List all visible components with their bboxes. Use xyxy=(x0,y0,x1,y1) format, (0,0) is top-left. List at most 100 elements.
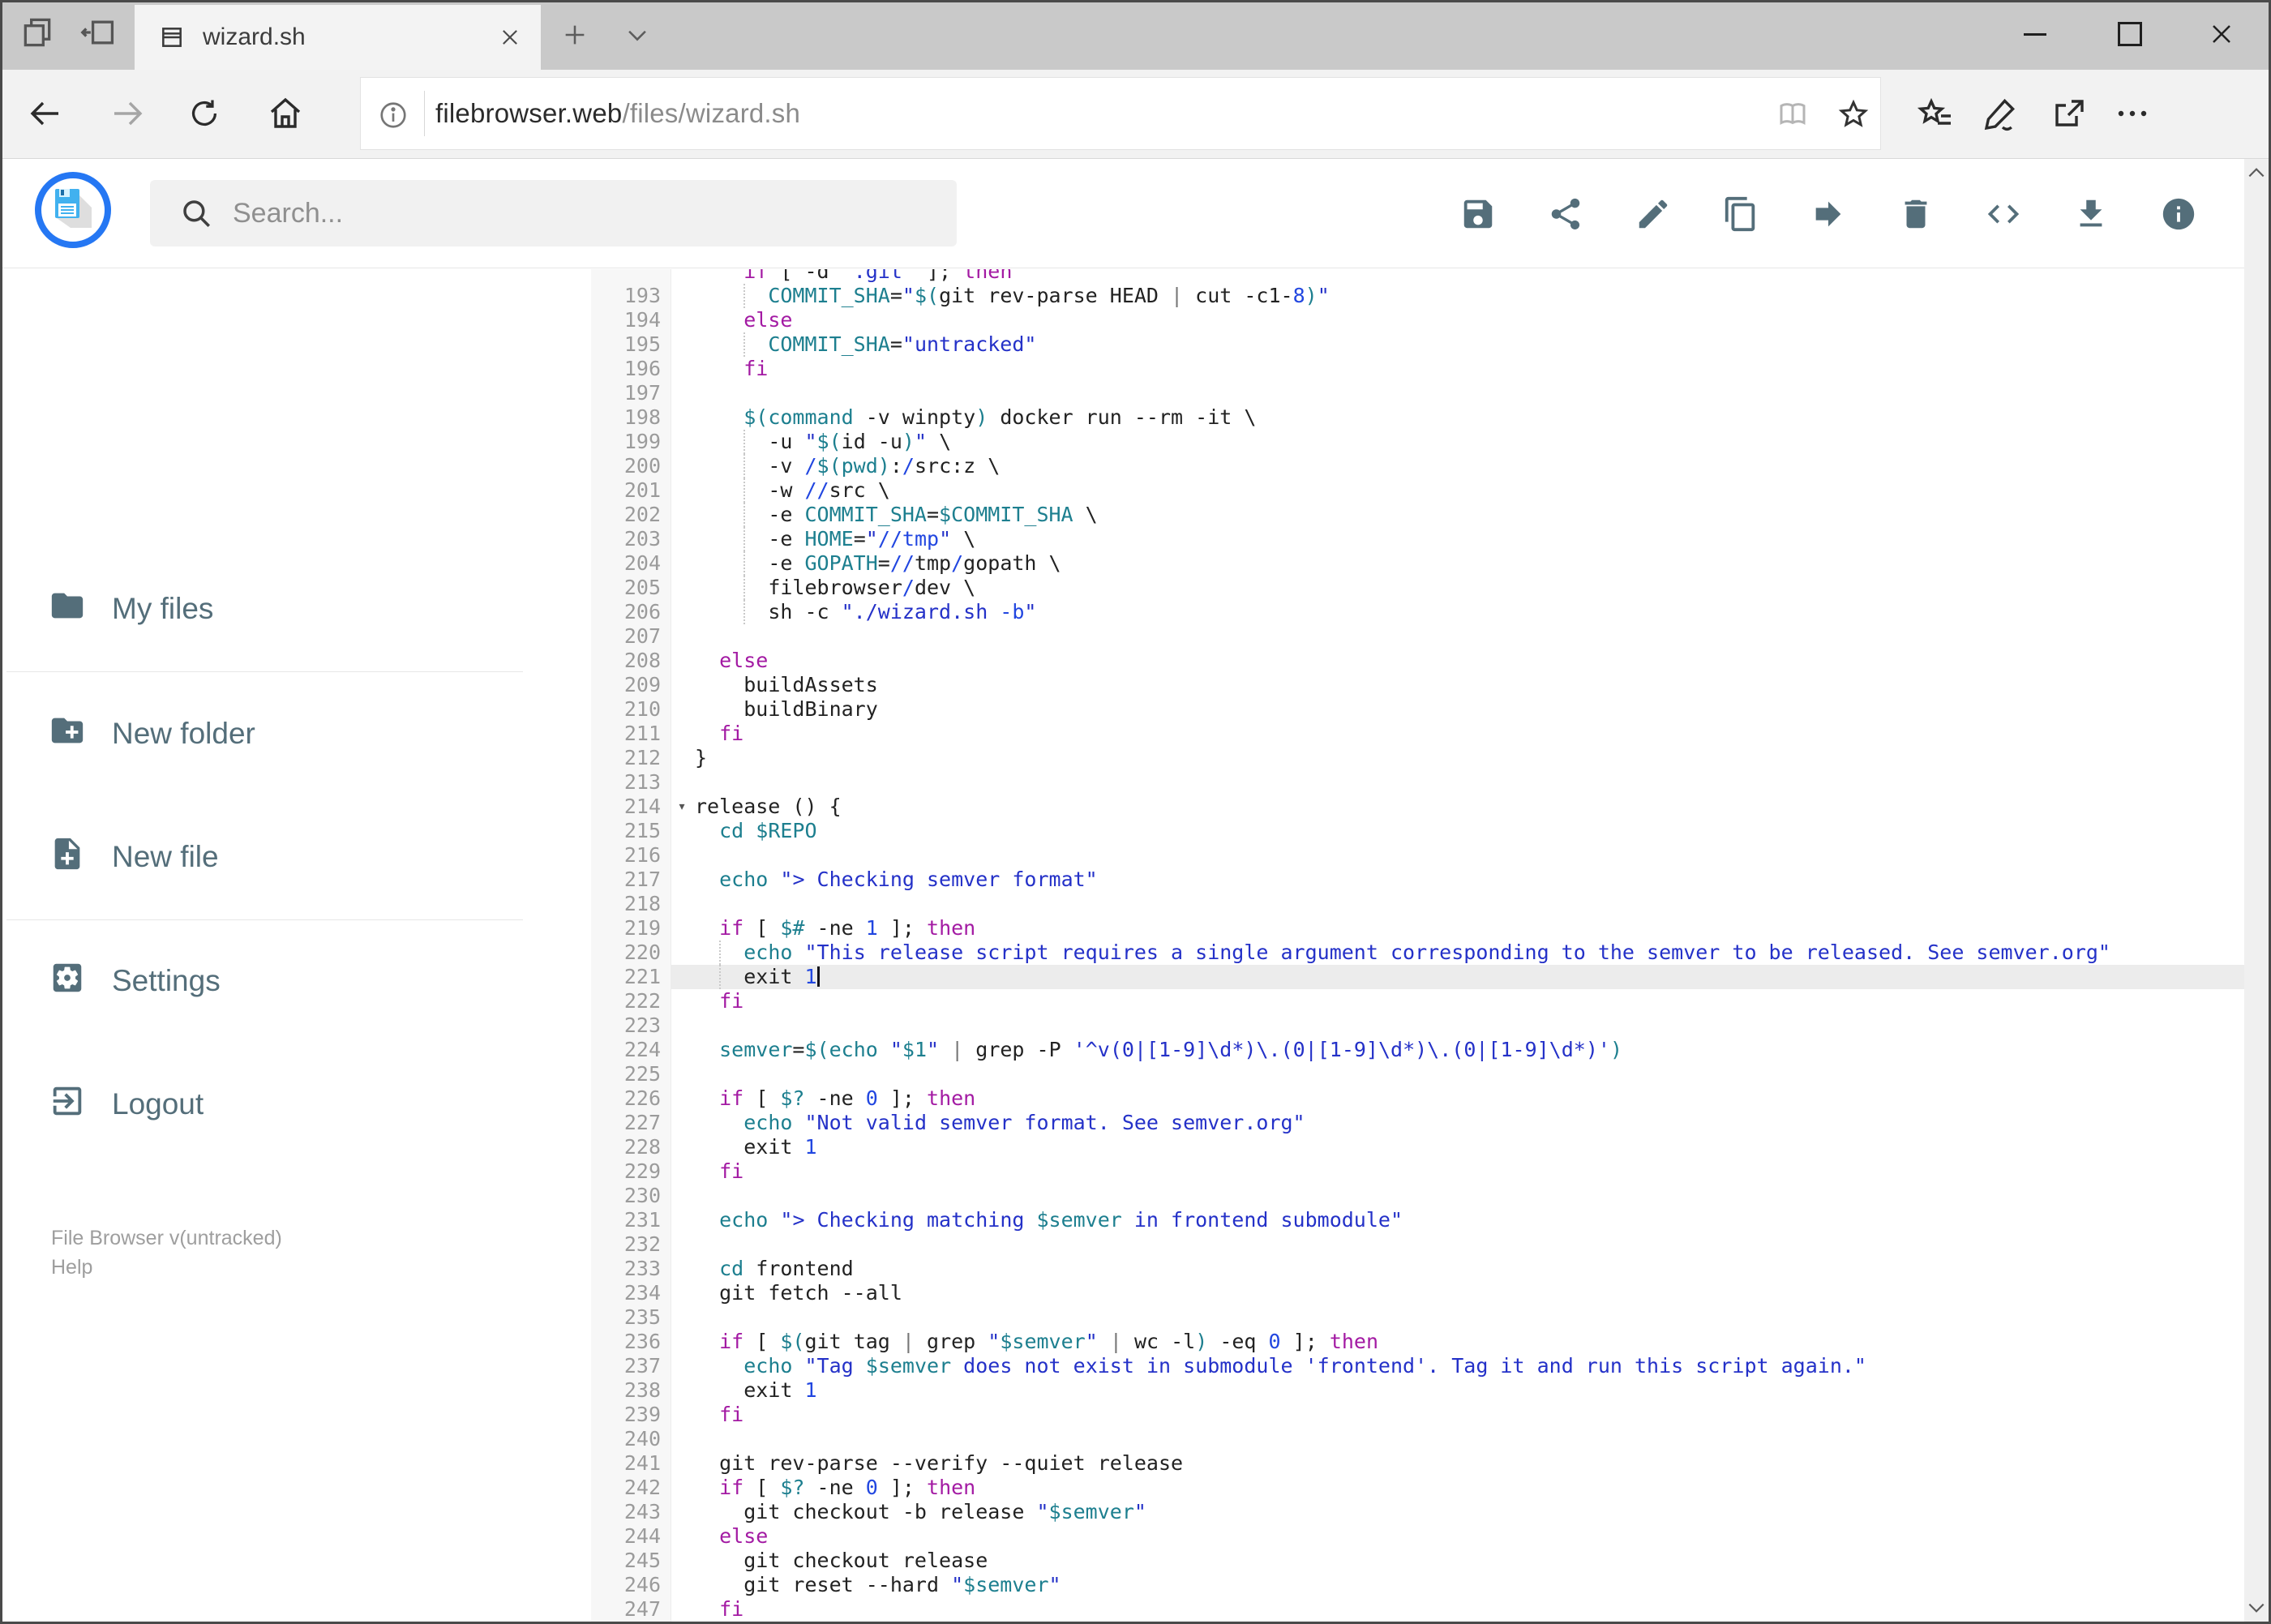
sidebar-item-new-file[interactable]: New file xyxy=(49,828,219,886)
code-line-193[interactable]: 193 COMMIT_SHA="$(git rev-parse HEAD | c… xyxy=(527,284,2244,308)
scroll-down-icon[interactable] xyxy=(2244,1594,2269,1622)
copy-button[interactable] xyxy=(1722,195,1759,233)
sidebar-item-my-files[interactable]: My files xyxy=(49,580,213,638)
code-line-214[interactable]: 214 ▾ release () { xyxy=(527,795,2244,819)
code-line-235[interactable]: 235 xyxy=(527,1305,2244,1330)
info-button[interactable] xyxy=(2160,195,2197,233)
code-line-238[interactable]: 238 exit 1 xyxy=(527,1378,2244,1403)
save-button[interactable] xyxy=(1459,195,1497,233)
code-line-200[interactable]: 200 -v /$(pwd):/src:z \ xyxy=(527,454,2244,478)
code-line-213[interactable]: 213 xyxy=(527,770,2244,795)
home-icon[interactable] xyxy=(248,76,323,151)
code-line-226[interactable]: 226 if [ $? -ne 0 ]; then xyxy=(527,1086,2244,1111)
reading-view-icon[interactable] xyxy=(1774,96,1811,133)
close-button[interactable] xyxy=(2184,8,2259,60)
code-line-224[interactable]: 224 semver=$(echo "$1" | grep -P '^v(0|[… xyxy=(527,1038,2244,1062)
code-button[interactable] xyxy=(1985,195,2022,233)
sidebar-item-logout[interactable]: Logout xyxy=(49,1075,204,1133)
sidebar-item-new-folder[interactable]: New folder xyxy=(49,705,255,763)
download-button[interactable] xyxy=(2072,195,2110,233)
code-line-210[interactable]: 210 buildBinary xyxy=(527,697,2244,722)
code-line-231[interactable]: 231 echo "> Checking matching $semver in… xyxy=(527,1208,2244,1232)
fold-marker-icon[interactable]: ▾ xyxy=(671,795,693,819)
code-line-215[interactable]: 215 cd $REPO xyxy=(527,819,2244,843)
code-line-223[interactable]: 223 xyxy=(527,1013,2244,1038)
code-line-206[interactable]: 206 sh -c "./wizard.sh -b" xyxy=(527,600,2244,624)
sidebar-item-settings[interactable]: Settings xyxy=(49,952,221,1010)
help-link[interactable]: Help xyxy=(51,1253,92,1282)
code-line-243[interactable]: 243 git checkout -b release "$semver" xyxy=(527,1500,2244,1524)
web-notes-pen-icon[interactable] xyxy=(1963,76,2037,151)
favorites-hub-icon[interactable] xyxy=(1898,76,1973,151)
edit-button[interactable] xyxy=(1635,195,1672,233)
code-line-209[interactable]: 209 buildAssets xyxy=(527,673,2244,697)
code-line-247[interactable]: 247 fi xyxy=(527,1597,2244,1622)
code-line-199[interactable]: 199 -u "$(id -u)" \ xyxy=(527,430,2244,454)
scroll-up-icon[interactable] xyxy=(2244,159,2269,186)
site-info-icon[interactable] xyxy=(375,97,411,133)
code-line-236[interactable]: 236 if [ $(git tag | grep "$semver" | wc… xyxy=(527,1330,2244,1354)
refresh-icon[interactable] xyxy=(167,76,242,151)
code-line-239[interactable]: 239 fi xyxy=(527,1403,2244,1427)
new-tab-icon[interactable] xyxy=(551,15,598,55)
code-line-203[interactable]: 203 -e HOME="//tmp" \ xyxy=(527,527,2244,551)
code-line-233[interactable]: 233 cd frontend xyxy=(527,1257,2244,1281)
maximize-button[interactable] xyxy=(2093,8,2167,60)
code-line-244[interactable]: 244 else xyxy=(527,1524,2244,1549)
code-line-230[interactable]: 230 xyxy=(527,1184,2244,1208)
code-line-240[interactable]: 240 xyxy=(527,1427,2244,1451)
forward-icon[interactable] xyxy=(91,76,165,151)
tab-list-chevron-icon[interactable] xyxy=(614,15,661,55)
code-line-234[interactable]: 234 git fetch --all xyxy=(527,1281,2244,1305)
code-line-202[interactable]: 202 -e COMMIT_SHA=$COMMIT_SHA \ xyxy=(527,503,2244,527)
code-editor[interactable]: if [ -d ".git" ]; then 193 COMMIT_SHA="$(… xyxy=(527,269,2244,1624)
code-line-197[interactable]: 197 xyxy=(527,381,2244,405)
tab-close-icon[interactable] xyxy=(499,26,521,49)
share-button[interactable] xyxy=(1547,195,1584,233)
page-scrollbar[interactable] xyxy=(2244,159,2269,1622)
back-icon[interactable] xyxy=(7,76,82,151)
more-options-icon[interactable] xyxy=(2095,76,2170,151)
code-line-201[interactable]: 201 -w //src \ xyxy=(527,478,2244,503)
code-line-217[interactable]: 217 echo "> Checking semver format" xyxy=(527,868,2244,892)
code-line-225[interactable]: 225 xyxy=(527,1062,2244,1086)
code-line-242[interactable]: 242 if [ $? -ne 0 ]; then xyxy=(527,1476,2244,1500)
code-line-232[interactable]: 232 xyxy=(527,1232,2244,1257)
code-line-220[interactable]: 220 echo "This release script requires a… xyxy=(527,941,2244,965)
code-line-219[interactable]: 219 if [ $# -ne 1 ]; then xyxy=(527,916,2244,941)
search-box[interactable] xyxy=(150,180,957,246)
code-line-204[interactable]: 204 -e GOPATH=//tmp/gopath \ xyxy=(527,551,2244,576)
move-button[interactable] xyxy=(1810,195,1847,233)
code-line-229[interactable]: 229 fi xyxy=(527,1159,2244,1184)
code-line-205[interactable]: 205 filebrowser/dev \ xyxy=(527,576,2244,600)
browser-tab[interactable]: wizard.sh xyxy=(135,5,541,70)
code-line-208[interactable]: 208 else xyxy=(527,649,2244,673)
code-line-198[interactable]: 198 $(command -v winpty) docker run --rm… xyxy=(527,405,2244,430)
line-number: 240 xyxy=(623,1427,661,1450)
code-line-194[interactable]: 194 else xyxy=(527,308,2244,332)
filebrowser-logo[interactable] xyxy=(32,169,114,251)
code-line-218[interactable]: 218 xyxy=(527,892,2244,916)
code-line-partial[interactable]: if [ -d ".git" ]; then xyxy=(527,269,2244,284)
code-line-246[interactable]: 246 git reset --hard "$semver" xyxy=(527,1573,2244,1597)
code-line-211[interactable]: 211 fi xyxy=(527,722,2244,746)
code-line-216[interactable]: 216 xyxy=(527,843,2244,868)
code-line-195[interactable]: 195 COMMIT_SHA="untracked" xyxy=(527,332,2244,357)
favorite-star-icon[interactable] xyxy=(1835,96,1872,133)
code-line-237[interactable]: 237 echo "Tag $semver does not exist in … xyxy=(527,1354,2244,1378)
tab-preview-icon[interactable] xyxy=(16,11,58,54)
search-input[interactable] xyxy=(231,196,899,230)
code-line-222[interactable]: 222 fi xyxy=(527,989,2244,1013)
address-bar[interactable]: filebrowser.web/files/wizard.sh xyxy=(360,77,1881,150)
minimize-button[interactable] xyxy=(1998,8,2072,60)
set-tabs-aside-icon[interactable] xyxy=(77,11,119,54)
delete-button[interactable] xyxy=(1897,195,1935,233)
code-line-228[interactable]: 228 exit 1 xyxy=(527,1135,2244,1159)
code-line-212[interactable]: 212} xyxy=(527,746,2244,770)
code-line-241[interactable]: 241 git rev-parse --verify --quiet relea… xyxy=(527,1451,2244,1476)
code-line-227[interactable]: 227 echo "Not valid semver format. See s… xyxy=(527,1111,2244,1135)
code-line-207[interactable]: 207 xyxy=(527,624,2244,649)
code-line-245[interactable]: 245 git checkout release xyxy=(527,1549,2244,1573)
code-line-196[interactable]: 196 fi xyxy=(527,357,2244,381)
code-line-221[interactable]: 221 exit 1 xyxy=(527,965,2244,989)
